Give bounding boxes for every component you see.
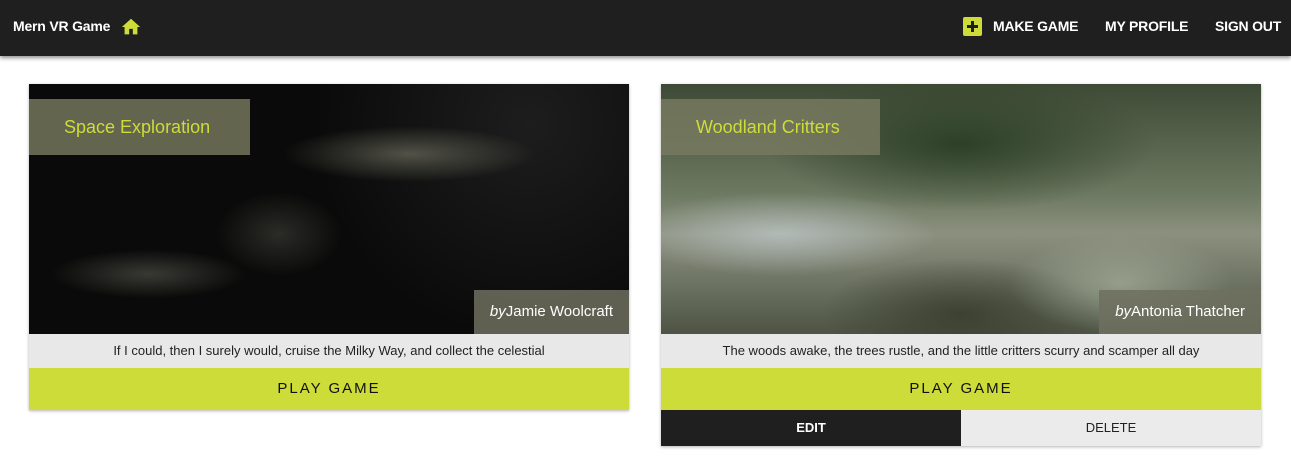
game-title: Woodland Critters: [661, 99, 880, 155]
author-name: Jamie Woolcraft: [505, 303, 613, 320]
game-author: byAntonia Thatcher: [1099, 290, 1261, 334]
game-card-space-exploration: Space Exploration byJamie Woolcraft If I…: [29, 84, 629, 410]
game-description: If I could, then I surely would, cruise …: [29, 334, 629, 368]
game-image: Woodland Critters byAntonia Thatcher: [661, 84, 1261, 334]
game-image: Space Exploration byJamie Woolcraft: [29, 84, 629, 334]
play-game-button[interactable]: PLAY GAME: [661, 368, 1261, 410]
app-title: Mern VR Game: [13, 18, 111, 34]
author-name: Antonia Thatcher: [1131, 303, 1245, 320]
by-label: by: [489, 303, 506, 320]
game-description: The woods awake, the trees rustle, and t…: [661, 334, 1261, 368]
by-label: by: [1115, 303, 1132, 320]
make-game-button[interactable]: MAKE GAME: [993, 18, 1079, 34]
home-icon[interactable]: [120, 16, 142, 38]
edit-delete-row: EDIT DELETE: [661, 410, 1261, 446]
play-game-button[interactable]: PLAY GAME: [29, 368, 629, 410]
edit-button[interactable]: EDIT: [661, 410, 961, 446]
game-author: byJamie Woolcraft: [473, 290, 629, 334]
game-title: Space Exploration: [29, 99, 251, 155]
my-profile-button[interactable]: MY PROFILE: [1105, 18, 1189, 34]
delete-button[interactable]: DELETE: [961, 410, 1261, 446]
app-bar: Mern VR Game MAKE GAME MY PROFILE SIGN O…: [0, 0, 1291, 56]
add-box-icon[interactable]: [963, 17, 982, 36]
game-card-woodland-critters: Woodland Critters byAntonia Thatcher The…: [661, 84, 1261, 446]
sign-out-button[interactable]: SIGN OUT: [1215, 18, 1281, 34]
